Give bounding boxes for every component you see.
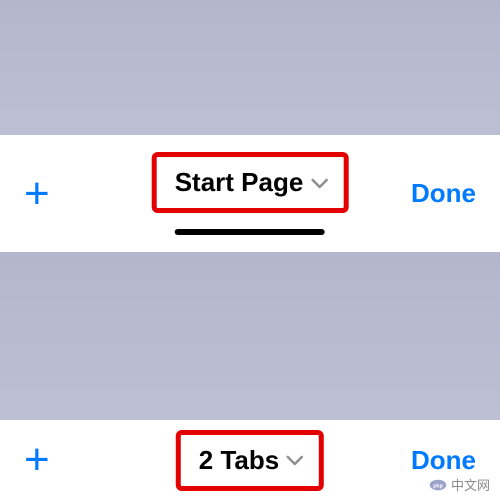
screenshot-panel-1: + Start Page Done bbox=[0, 0, 500, 252]
new-tab-button[interactable]: + bbox=[24, 172, 64, 216]
plus-icon: + bbox=[24, 438, 50, 482]
watermark: php 中文网 bbox=[429, 475, 490, 494]
toolbar-center-group: Start Page bbox=[152, 152, 349, 235]
tab-group-selector[interactable]: 2 Tabs bbox=[176, 430, 324, 491]
php-logo-icon: php bbox=[429, 476, 447, 494]
screenshot-panel-2: + 2 Tabs Done bbox=[0, 252, 500, 500]
tab-group-title: 2 Tabs bbox=[199, 445, 279, 476]
toolbar-center-group: 2 Tabs bbox=[176, 430, 324, 491]
done-button[interactable]: Done bbox=[411, 445, 476, 476]
background-area bbox=[0, 252, 500, 420]
tab-toolbar: + Start Page Done bbox=[0, 135, 500, 252]
chevron-down-icon bbox=[309, 173, 329, 193]
new-tab-button[interactable]: + bbox=[24, 438, 64, 482]
plus-icon: + bbox=[24, 172, 50, 216]
home-indicator bbox=[175, 229, 325, 235]
tab-toolbar: + 2 Tabs Done bbox=[0, 420, 500, 500]
watermark-text: 中文网 bbox=[451, 475, 490, 494]
background-area bbox=[0, 0, 500, 135]
done-label: Done bbox=[411, 445, 476, 475]
tab-group-title: Start Page bbox=[175, 167, 304, 198]
done-label: Done bbox=[411, 178, 476, 208]
svg-text:php: php bbox=[433, 483, 443, 489]
tab-group-selector[interactable]: Start Page bbox=[152, 152, 349, 213]
chevron-down-icon bbox=[285, 450, 305, 470]
done-button[interactable]: Done bbox=[411, 178, 476, 209]
